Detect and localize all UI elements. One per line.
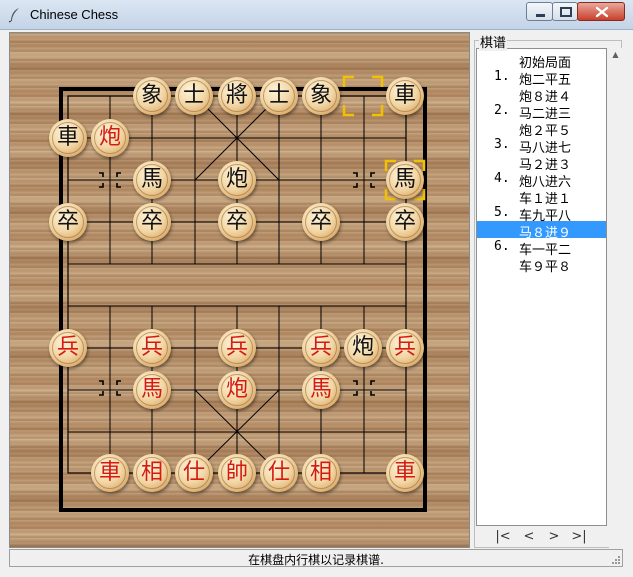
title-bar: Chinese Chess — [0, 0, 633, 30]
piece[interactable]: 相 — [302, 454, 340, 492]
move-record-label: 棋谱 — [479, 32, 508, 51]
piece[interactable]: 炮 — [218, 371, 256, 409]
previous-move-button[interactable]: < — [518, 528, 540, 546]
piece[interactable]: 士 — [260, 77, 298, 115]
piece[interactable]: 卒 — [133, 203, 171, 241]
list-item[interactable]: 6. 车一平二 — [477, 238, 606, 258]
scroll-up-icon[interactable]: ▲ — [609, 48, 622, 61]
piece[interactable]: 卒 — [302, 203, 340, 241]
last-move-button[interactable]: >| — [568, 528, 590, 546]
list-item[interactable]: 5. 车九平八 — [477, 204, 606, 224]
resize-grip-icon[interactable] — [610, 554, 620, 564]
piece[interactable]: 馬 — [133, 161, 171, 199]
next-move-button[interactable]: > — [543, 528, 565, 546]
piece[interactable]: 將 — [218, 77, 256, 115]
piece[interactable]: 車 — [386, 77, 424, 115]
maximize-icon — [560, 7, 572, 17]
piece[interactable]: 馬 — [386, 161, 424, 199]
list-item[interactable]: 2. 马二进三 — [477, 102, 606, 122]
piece[interactable]: 仕 — [175, 454, 213, 492]
chess-board[interactable]: 象 士 將 士 象 車 車 炮 馬 炮 馬 卒 卒 卒 卒 卒 兵 兵 兵 兵 … — [9, 32, 470, 548]
last-move-from-marker — [342, 75, 384, 117]
maximize-button[interactable] — [552, 2, 578, 21]
piece[interactable]: 車 — [386, 454, 424, 492]
piece[interactable]: 炮 — [91, 119, 129, 157]
piece[interactable]: 兵 — [133, 329, 171, 367]
minimize-button[interactable] — [526, 2, 553, 21]
list-item[interactable]: 1. 炮二平五 — [477, 68, 606, 88]
piece[interactable]: 兵 — [302, 329, 340, 367]
piece[interactable]: 兵 — [386, 329, 424, 367]
piece[interactable]: 帥 — [218, 454, 256, 492]
piece[interactable]: 卒 — [218, 203, 256, 241]
piece[interactable]: 馬 — [133, 371, 171, 409]
move-list-scrollbar[interactable]: ▲ ▼ — [609, 48, 622, 564]
move-navigation: |< < > >| — [476, 528, 607, 546]
list-item[interactable]: 车１进１ — [477, 187, 606, 207]
piece[interactable]: 象 — [133, 77, 171, 115]
list-item-selected[interactable]: 马８进９ — [477, 221, 606, 241]
close-button[interactable] — [577, 2, 625, 21]
piece[interactable]: 士 — [175, 77, 213, 115]
minimize-icon — [536, 14, 545, 17]
piece[interactable]: 兵 — [218, 329, 256, 367]
close-icon — [595, 6, 609, 18]
list-item[interactable]: 车９平８ — [477, 255, 606, 275]
move-record-panel: 棋谱 初始局面 1. 炮二平五 炮８进４ 2. 马二进三 炮２平５ 3. 马八进七 马… — [473, 32, 623, 564]
list-item[interactable]: 3. 马八进七 — [477, 136, 606, 156]
window-title: Chinese Chess — [30, 7, 119, 22]
list-item[interactable]: 初始局面 — [477, 51, 606, 71]
move-list[interactable]: 初始局面 1. 炮二平五 炮８进４ 2. 马二进三 炮２平５ 3. 马八进七 马２进３… — [476, 48, 607, 526]
status-bar: 在棋盘内行棋以记录棋谱. — [9, 549, 623, 567]
list-item[interactable]: 马２进３ — [477, 153, 606, 173]
piece[interactable]: 卒 — [49, 203, 87, 241]
piece[interactable]: 象 — [302, 77, 340, 115]
piece[interactable]: 卒 — [386, 203, 424, 241]
piece[interactable]: 相 — [133, 454, 171, 492]
feather-icon — [8, 8, 19, 23]
piece[interactable]: 馬 — [302, 371, 340, 409]
piece[interactable]: 車 — [91, 454, 129, 492]
piece[interactable]: 炮 — [344, 329, 382, 367]
first-move-button[interactable]: |< — [492, 528, 514, 546]
status-message: 在棋盘内行棋以记录棋谱. — [248, 553, 384, 567]
piece[interactable]: 兵 — [49, 329, 87, 367]
list-item[interactable]: 4. 炮八进六 — [477, 170, 606, 190]
list-item[interactable]: 炮８进４ — [477, 85, 606, 105]
list-item[interactable]: 炮２平５ — [477, 119, 606, 139]
piece[interactable]: 車 — [49, 119, 87, 157]
piece[interactable]: 炮 — [218, 161, 256, 199]
piece[interactable]: 仕 — [260, 454, 298, 492]
